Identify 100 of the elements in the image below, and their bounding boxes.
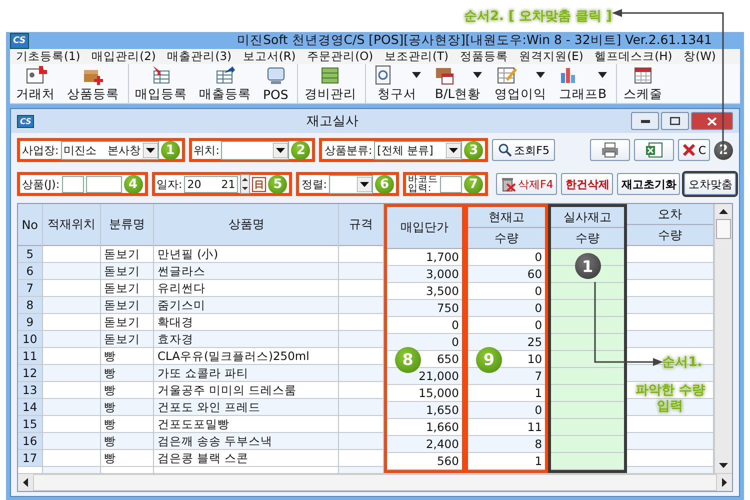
input-column[interactable]: 1 bbox=[551, 249, 624, 470]
menu-item[interactable]: 기초등록(1) bbox=[16, 49, 80, 64]
action-button[interactable]: 재고초기화 bbox=[617, 173, 680, 195]
close-button[interactable] bbox=[691, 112, 733, 130]
field-label: 위치: bbox=[194, 142, 220, 158]
dropdown-field[interactable]: [전체 분류] bbox=[374, 140, 462, 160]
close-icon bbox=[682, 143, 696, 157]
export-button[interactable] bbox=[634, 139, 674, 161]
column-header: 실사재고 bbox=[551, 207, 624, 228]
field-label: 상품분류: bbox=[324, 142, 372, 158]
menu-item[interactable]: 매출관리(3) bbox=[167, 49, 232, 64]
number-badge: 7 bbox=[464, 174, 483, 194]
toolbar-button[interactable]: 거래처 bbox=[10, 64, 61, 103]
field-label: 정렬: bbox=[301, 176, 327, 192]
table-cell: 빵 bbox=[101, 365, 154, 382]
spreadsheet-icon bbox=[645, 142, 664, 158]
column-header: 수량 bbox=[468, 228, 546, 249]
search-button[interactable]: 조회F5 bbox=[492, 139, 556, 161]
row-number: 17 bbox=[18, 450, 42, 467]
table-cell: 건포도 와인 프레드 bbox=[154, 399, 338, 416]
window-title: 재고실사 bbox=[306, 113, 360, 130]
menu-item[interactable]: 원격지원(E) bbox=[519, 49, 584, 64]
app-icon: CS bbox=[10, 32, 29, 48]
printer-icon bbox=[601, 142, 620, 158]
table-cell: 1,650 bbox=[386, 402, 462, 419]
toolbar-button[interactable]: 경비관리 bbox=[297, 64, 362, 103]
toolbar-button[interactable]: POS bbox=[257, 65, 294, 102]
input-field[interactable] bbox=[440, 176, 462, 192]
row-number: 14 bbox=[18, 399, 42, 416]
field-label: 바코드 입력: bbox=[408, 175, 438, 193]
scroll-thumb[interactable] bbox=[716, 219, 732, 239]
column-header: 상품명 bbox=[154, 204, 338, 246]
menu-item[interactable]: 헬프데스크(H) bbox=[594, 49, 672, 64]
table-cell: 0 bbox=[468, 300, 546, 317]
menu-item[interactable]: 정품등록 bbox=[460, 49, 508, 64]
scrollbar[interactable] bbox=[18, 473, 732, 491]
toolbar-button[interactable]: B/L현황 bbox=[427, 64, 488, 103]
toolbar-button[interactable]: 그래프B bbox=[552, 64, 614, 103]
action-button[interactable]: 오차맞춤 bbox=[684, 173, 736, 195]
table-cell: 21,000 bbox=[386, 368, 462, 385]
table-cell: 썬글라스 bbox=[154, 263, 338, 280]
maximize-button[interactable] bbox=[661, 112, 689, 130]
table-cell: 1 bbox=[468, 453, 546, 470]
toolbar-button[interactable]: 영업이익 bbox=[488, 64, 552, 103]
dropdown-field[interactable]: 미진소 본사창 bbox=[60, 140, 159, 160]
toolbar-button[interactable]: 청구서 bbox=[365, 64, 428, 103]
table-cell: 0 bbox=[386, 334, 462, 351]
table-cell: 빵 bbox=[101, 450, 154, 467]
minimize-icon bbox=[640, 120, 650, 122]
input-field[interactable] bbox=[62, 176, 84, 192]
column-header: 분류명 bbox=[101, 204, 154, 246]
window-title: 미진Soft 천년경영C/S [POS][공사현장][내원도우:Win 8 - 32비트] Ver.2.61.1341 bbox=[236, 32, 713, 49]
step-1-note: 순서1. bbox=[662, 354, 702, 371]
number-badge: 1 bbox=[160, 140, 180, 160]
menu-item[interactable]: 창(W) bbox=[684, 49, 716, 64]
table-cell: 3,000 bbox=[386, 266, 462, 283]
number-badge: 3 bbox=[464, 140, 484, 160]
table-cell: 검은콩 블랙 스콘 bbox=[154, 450, 338, 467]
table-cell: 가또 쇼콜라 파티 bbox=[154, 365, 338, 382]
dropdown-arrow-icon bbox=[446, 142, 462, 158]
action-button[interactable]: 한건삭제 bbox=[561, 173, 614, 195]
caret-icon bbox=[473, 72, 482, 78]
table-cell: 돋보기 bbox=[101, 263, 154, 280]
close-form-button[interactable]: C bbox=[678, 139, 710, 161]
scrollbar[interactable] bbox=[714, 204, 732, 473]
column-header: 매입단가 bbox=[386, 207, 462, 249]
caret-icon bbox=[536, 72, 545, 78]
toolbar-button[interactable]: 스케줄 bbox=[616, 64, 668, 103]
print-button[interactable] bbox=[590, 139, 630, 161]
field-label: 일자: bbox=[156, 176, 182, 192]
menu-item[interactable]: 매입관리(2) bbox=[92, 49, 156, 64]
menu-item[interactable]: 보조관리(T) bbox=[384, 49, 448, 64]
monitor-icon bbox=[264, 66, 287, 86]
table-cell: 25 bbox=[468, 334, 546, 351]
dropdown-field[interactable] bbox=[328, 174, 373, 194]
toolbar-button[interactable]: 매입등록 bbox=[128, 64, 193, 103]
table-cell: 750 bbox=[386, 300, 462, 317]
row-number: 12 bbox=[18, 365, 42, 382]
table-cell: 줌기스미 bbox=[154, 297, 338, 314]
table-cell: 560 bbox=[386, 453, 462, 470]
date-field[interactable]: 20 21 bbox=[184, 176, 238, 192]
row-number: 6 bbox=[18, 263, 42, 280]
table-cell: 60 bbox=[468, 266, 546, 283]
toolbar-button[interactable]: 상품등록 bbox=[61, 64, 125, 103]
menu-item[interactable]: 주문관리(O) bbox=[307, 49, 374, 64]
dropdown-arrow-icon bbox=[142, 142, 158, 158]
row-number: 13 bbox=[18, 382, 42, 399]
toolbar-button[interactable]: 매출등록 bbox=[193, 64, 257, 103]
column-header: 수량 bbox=[627, 225, 714, 246]
table-cell: 2,400 bbox=[386, 436, 462, 453]
close-icon bbox=[707, 116, 717, 126]
number-badge: 4 bbox=[124, 174, 143, 194]
action-button[interactable]: 삭제F4 bbox=[496, 173, 558, 195]
input-field[interactable] bbox=[86, 176, 122, 192]
table-cell: 검은깨 송송 두부스낵 bbox=[154, 433, 338, 450]
menu-item[interactable]: 보고서(R) bbox=[242, 49, 296, 64]
row-number: 8 bbox=[18, 297, 42, 314]
dropdown-field[interactable] bbox=[221, 140, 290, 160]
column-header: 수량 bbox=[551, 228, 624, 249]
minimize-button[interactable] bbox=[631, 112, 659, 130]
